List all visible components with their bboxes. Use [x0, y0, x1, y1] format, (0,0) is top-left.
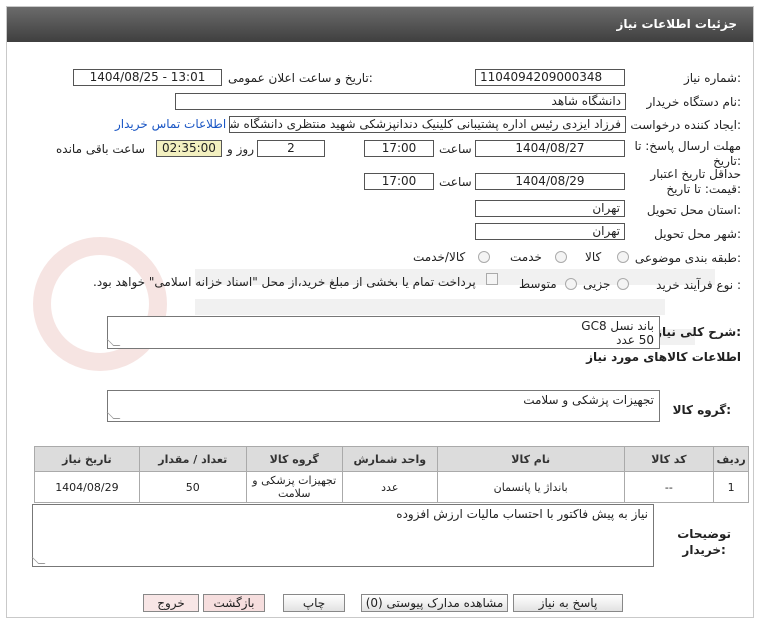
title-bar: جزئیات اطلاعات نیاز	[7, 7, 753, 42]
goods-info-title: اطلاعات کالاهای مورد نیاز	[586, 350, 741, 364]
col-qty: تعداد / مقدار	[138, 446, 247, 472]
summary-line-2: 50 عدد	[616, 333, 654, 347]
process-label: نوع فرآیند خرید :	[656, 278, 741, 292]
need-number-label: شماره نیاز:	[683, 71, 741, 85]
validity-label: حداقل تاریخ اعتبار قیمت: تا تاریخ:	[650, 167, 741, 197]
validity-time-field[interactable]: 17:00	[364, 173, 434, 190]
validity-date-field[interactable]: 1404/08/29	[475, 173, 625, 190]
cell-name: بانداژ یا پانسمان	[436, 471, 625, 503]
goods-group-label: گروه کالا:	[672, 403, 731, 417]
days-label: روز و	[227, 142, 254, 156]
process-option-minor: جزیی	[583, 277, 611, 291]
cell-unit: عدد	[341, 471, 438, 503]
col-name: نام کالا	[436, 446, 625, 472]
resize-grip-icon[interactable]	[106, 412, 121, 419]
buyer-contact-link[interactable]: اطلاعات تماس خریدار	[115, 117, 226, 131]
process-radio-medium[interactable]	[565, 278, 577, 290]
view-docs-button[interactable]: مشاهده مدارک پیوستی (0)	[361, 594, 508, 612]
category-radio-goods[interactable]	[617, 251, 629, 263]
resize-grip-icon[interactable]	[31, 557, 46, 564]
cell-code: --	[623, 471, 715, 503]
need-number-field[interactable]: 1104094209000348	[475, 69, 625, 86]
buyer-notes-label-line2: خریدار:	[682, 543, 726, 557]
requester-field[interactable]: فرزاد ایزدی رئیس اداره پشتیبانی کلینیک د…	[229, 116, 626, 133]
treasury-checkbox[interactable]	[486, 273, 498, 285]
cell-row: 1	[713, 471, 749, 503]
need-details-window: جزئیات اطلاعات نیاز شماره نیاز: 11040942…	[6, 6, 754, 618]
buyer-org-label: نام دستگاه خریدار:	[646, 95, 742, 109]
reply-button[interactable]: پاسخ به نیاز	[513, 594, 623, 612]
days-field[interactable]: 2	[257, 140, 325, 157]
validity-time-label: ساعت	[439, 175, 472, 189]
city-label: شهر محل تحویل:	[654, 227, 741, 241]
buyer-org-field[interactable]: دانشگاه شاهد	[175, 93, 626, 110]
buyer-notes-label-line1: توضیحات	[677, 527, 731, 541]
remaining-time-field: 02:35:00	[156, 140, 222, 157]
cell-group: تجهیزات پزشکی و سلامت	[245, 471, 343, 503]
process-option-medium: متوسط	[519, 277, 557, 291]
back-button[interactable]: بازگشت	[203, 594, 265, 612]
buyer-notes-label: توضیحات خریدار:	[677, 526, 731, 558]
province-label: استان محل تحویل:	[646, 203, 741, 217]
goods-group-textarea[interactable]: تجهیزات پزشکی و سلامت	[106, 390, 660, 422]
category-radio-both[interactable]	[478, 251, 490, 263]
buyer-notes-textarea[interactable]: نیاز به پیش فاکتور با احتساب مالیات ارزش…	[31, 504, 654, 567]
exit-button[interactable]: خروج	[143, 594, 199, 612]
city-field[interactable]: تهران	[475, 223, 625, 240]
table-header-row: ردیف کد کالا نام کالا واحد شمارش گروه کا…	[34, 446, 749, 472]
deadline-time-field[interactable]: 17:00	[364, 140, 434, 157]
goods-table: ردیف کد کالا نام کالا واحد شمارش گروه کا…	[34, 446, 749, 503]
remaining-time-label: ساعت باقی مانده	[56, 142, 146, 156]
category-option-both: کالا/خدمت	[413, 250, 466, 264]
deadline-label-line1: مهلت ارسال پاسخ: تا	[634, 139, 741, 153]
cell-date: 1404/08/29	[34, 471, 140, 503]
category-radio-service[interactable]	[555, 251, 567, 263]
page-title: جزئیات اطلاعات نیاز	[616, 17, 737, 31]
col-row: ردیف	[713, 446, 749, 472]
announce-label: تاریخ و ساعت اعلان عمومی:	[228, 71, 373, 85]
goods-group-value: تجهیزات پزشکی و سلامت	[523, 393, 654, 407]
payment-note: پرداخت تمام یا بخشی از مبلغ خرید،از محل …	[93, 275, 476, 289]
cell-qty: 50	[138, 471, 247, 503]
category-label: طبقه بندی موضوعی:	[634, 251, 741, 265]
buyer-notes-value: نیاز به پیش فاکتور با احتساب مالیات ارزش…	[396, 507, 648, 521]
category-option-service: خدمت	[510, 250, 542, 264]
print-button[interactable]: چاپ	[283, 594, 345, 612]
summary-label: شرح کلی نیاز:	[655, 325, 741, 339]
col-date: تاریخ نیاز	[34, 446, 140, 472]
requester-label: ایجاد کننده درخواست:	[630, 118, 741, 132]
col-group: گروه کالا	[245, 446, 343, 472]
deadline-time-label: ساعت	[439, 142, 472, 156]
summary-textarea[interactable]: باند نسل GC8 50 عدد	[106, 316, 660, 349]
col-code: کد کالا	[623, 446, 715, 472]
validity-label-line1: حداقل تاریخ اعتبار	[650, 167, 741, 181]
deadline-label: مهلت ارسال پاسخ: تا تاریخ:	[634, 139, 741, 169]
validity-label-line2: قیمت: تا تاریخ:	[666, 182, 741, 196]
province-field[interactable]: تهران	[475, 200, 625, 217]
summary-line-1: باند نسل GC8	[581, 319, 654, 333]
process-radio-minor[interactable]	[617, 278, 629, 290]
col-unit: واحد شمارش	[341, 446, 438, 472]
table-row[interactable]: 1 -- بانداژ یا پانسمان عدد تجهیزات پزشکی…	[34, 471, 749, 503]
deadline-date-field[interactable]: 1404/08/27	[475, 140, 625, 157]
category-option-goods: کالا	[585, 250, 602, 264]
announce-field[interactable]: 1404/08/25 - 13:01	[73, 69, 222, 86]
